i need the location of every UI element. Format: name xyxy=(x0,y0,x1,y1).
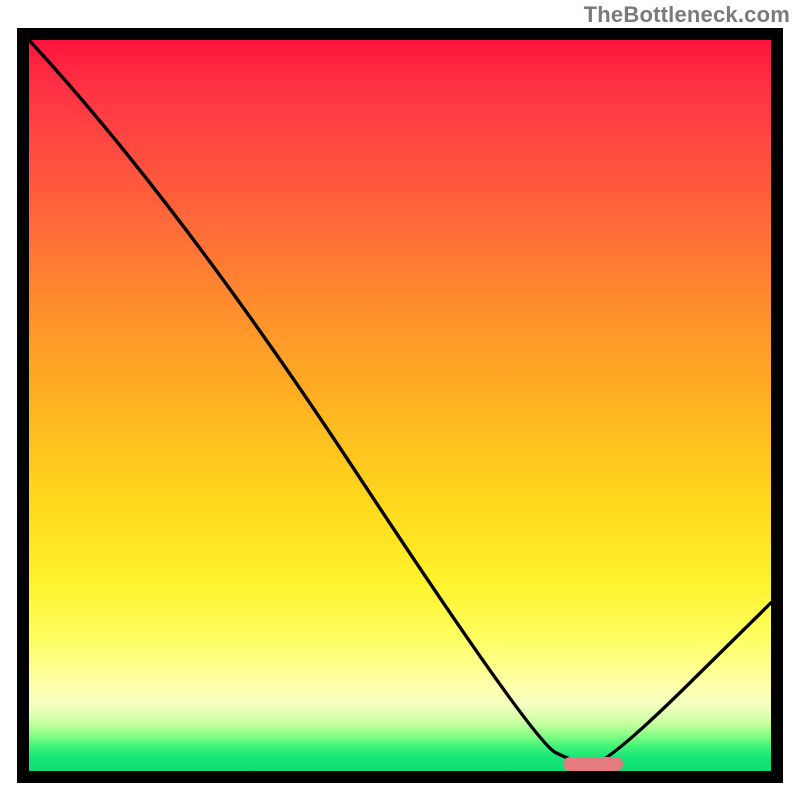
curve-layer xyxy=(29,40,771,771)
bottleneck-curve xyxy=(29,40,771,764)
watermark-text: TheBottleneck.com xyxy=(584,2,790,28)
chart-stage: TheBottleneck.com xyxy=(0,0,800,800)
plot-area xyxy=(29,40,771,771)
optimal-marker xyxy=(563,757,622,771)
chart-frame xyxy=(17,28,783,783)
